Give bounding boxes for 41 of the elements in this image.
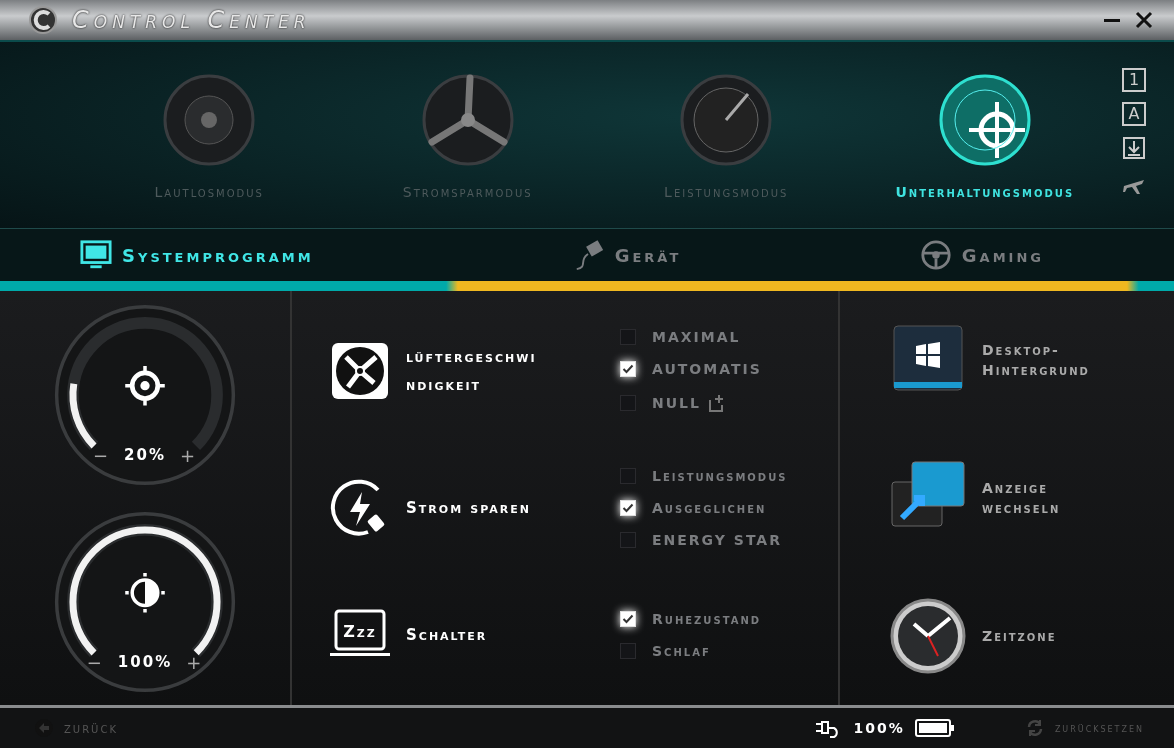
logo-icon (28, 5, 58, 35)
option-label: Ruhezustand (652, 611, 762, 628)
decrease-button[interactable]: − (92, 444, 111, 466)
clock-icon (888, 596, 968, 676)
shortcut-button[interactable]: Anzeige wechseln (888, 458, 1174, 538)
shortcut-label: Desktop- Hintergrund (982, 342, 1090, 378)
dial-reading: 100% (117, 653, 173, 671)
shortcut-label: Anzeige wechseln (982, 480, 1061, 516)
checkbox[interactable] (620, 532, 636, 548)
battery-icon (914, 718, 955, 738)
option-label: Ausgeglichen (652, 500, 767, 516)
option-label: AUTOMATIS (652, 360, 762, 377)
download-icon[interactable] (1122, 136, 1146, 160)
battery-percentage: 100% (853, 720, 905, 736)
option-label: NULL (652, 394, 701, 411)
tab[interactable]: Systemprogramm (80, 239, 314, 271)
close-icon[interactable] (1134, 10, 1154, 30)
monitor-icon (80, 239, 112, 271)
dial-reading: 20% (124, 446, 166, 464)
tab[interactable]: Gerät (572, 239, 682, 271)
shortcut-button[interactable]: Desktop- Hintergrund (888, 320, 1174, 400)
window-title: Control Center (72, 6, 312, 34)
increase-button[interactable]: + (186, 651, 204, 673)
option-label: Leistungsmodus (652, 468, 788, 484)
setting-label: lüftergeschwi ndigkeit (406, 347, 538, 394)
setting-label: Schalter (406, 626, 489, 645)
tab[interactable]: Gaming (919, 239, 1044, 271)
profile-button[interactable]: A (1122, 102, 1146, 126)
brightness-icon (123, 570, 167, 614)
increase-button[interactable]: + (179, 444, 198, 466)
setting-label: Strom sparen (406, 499, 532, 517)
profile-button[interactable]: 1 (1122, 68, 1146, 92)
checkbox[interactable] (620, 643, 636, 660)
decrease-button[interactable]: − (86, 651, 104, 673)
option-label: ENERGY STAR (652, 532, 782, 548)
shortcut-label: Zeitzone (982, 628, 1057, 644)
steering-wheel-icon (919, 239, 952, 271)
mode-button[interactable]: Unterhaltungsmodus (855, 70, 1114, 200)
shortcut-button[interactable]: Zeitzone (888, 596, 1174, 676)
option-label: MAXIMAL (652, 328, 741, 345)
option-label: Schlaf (652, 643, 711, 660)
